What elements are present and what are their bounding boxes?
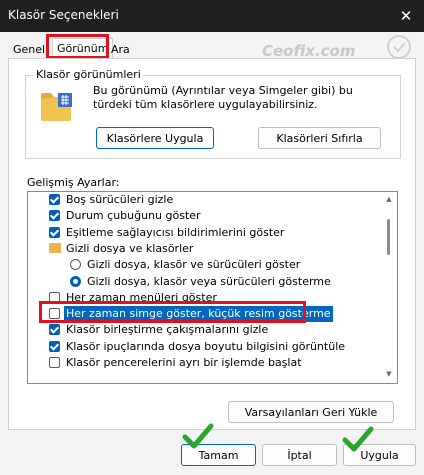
highlight-box-setting [39,301,306,323]
scroll-up-icon[interactable]: ▲ [384,195,394,203]
settings-item-label: Durum çubuğunu göster [66,209,201,223]
folder-views-description: Bu görünümü (Ayrıntılar veya Simgeler gi… [93,84,353,111]
green-check-icon [342,426,374,452]
folder-view-icon [41,93,72,121]
scroll-down-icon[interactable]: ▼ [384,370,394,378]
checkbox[interactable] [49,324,60,336]
settings-item-label: Boş sürücüleri gizle [66,193,174,206]
settings-item-label: Eşitleme sağlayıcısı bildirimlerini göst… [66,225,285,239]
settings-item-label: Klasör pencerelerini ayrı bir işlemde ba… [66,356,302,369]
settings-item-label: Klasör ipuçlarında dosya boyutu bilgisin… [66,339,346,353]
settings-item-label: Klasör birleştirme çakışmalarını gizle [66,323,269,337]
highlight-box-tab [46,34,109,59]
settings-item-label: Gizli dosya, klasör ve sürücüleri göster [87,258,301,272]
tab-ara[interactable]: Ara [107,41,134,58]
window-title: Klasör Seçenekleri [8,8,119,22]
checkbox[interactable] [49,226,60,238]
checkbox[interactable] [49,210,60,222]
title-bar: Klasör Seçenekleri ✕ [0,0,424,32]
restore-defaults-button[interactable]: Varsayılanları Geri Yükle [228,401,394,423]
folder-icon [49,242,61,253]
checkbox[interactable] [49,340,60,352]
close-icon[interactable]: ✕ [396,6,416,26]
green-check-icon [182,423,214,449]
cancel-button[interactable]: İptal [262,444,337,466]
folder-views-label: Klasör görünümleri [34,68,143,81]
folder-options-window: Klasör Seçenekleri ✕ Ceofix.com Genel Gö… [0,0,424,475]
scrollbar[interactable]: ▲ ▼ [383,193,395,380]
tab-genel[interactable]: Genel [9,41,49,58]
checkbox[interactable] [49,194,60,205]
advanced-settings-label: Gelişmiş Ayarlar: [27,176,120,189]
scrollbar-thumb[interactable] [387,219,390,255]
checkbox[interactable] [49,357,60,368]
apply-to-folders-button[interactable]: Klasörlere Uygula [96,127,214,149]
settings-item-label: Gizli dosya ve klasörler [66,241,194,255]
reset-folders-button[interactable]: Klasörleri Sıfırla [258,127,381,149]
radio-button[interactable] [70,275,81,287]
advanced-settings-list[interactable]: ▲ ▼ Boş sürücüleri gizle Durum çubuğunu g… [27,191,398,384]
settings-item-label: Gizli dosya, klasör veya sürücüleri göst… [87,274,331,288]
radio-button[interactable] [70,259,81,271]
